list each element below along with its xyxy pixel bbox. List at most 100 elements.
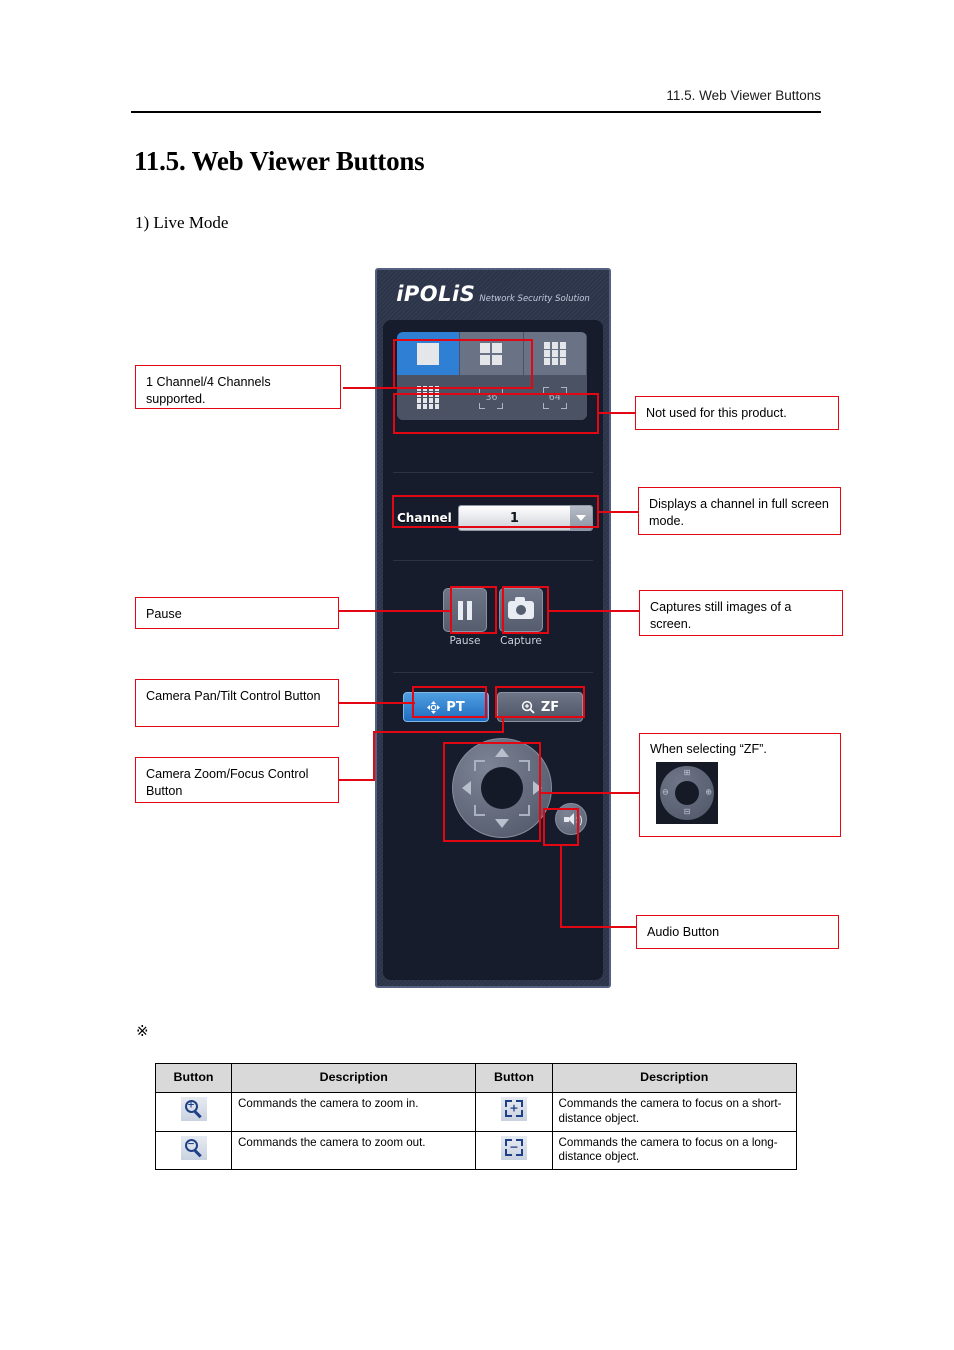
- pad-downright-icon[interactable]: [519, 805, 530, 816]
- grid-9-icon: [543, 342, 567, 365]
- layout-button-group: 36 64: [397, 332, 587, 420]
- table-header-row: Button Description Button Description: [154, 1063, 797, 1093]
- header-rule: [131, 111, 821, 113]
- zf-mode-button[interactable]: ZF: [497, 692, 583, 722]
- th-button-left: Button: [154, 1063, 233, 1093]
- pause-button-wrap: Pause: [443, 588, 487, 647]
- focus-far-icon: −: [500, 1135, 527, 1160]
- ipolis-logo: iPOLiS Network Security Solution: [377, 282, 609, 306]
- cell-zoom-out-desc: Commands the camera to zoom out.: [231, 1130, 477, 1171]
- pad-down-arrow-icon[interactable]: [495, 819, 509, 828]
- speaker-icon: [563, 813, 582, 827]
- focus-far-mini-icon: ⊟: [683, 807, 691, 817]
- grid-36-label: 36: [485, 392, 498, 403]
- callout-audio: Audio Button: [636, 915, 839, 949]
- callout-not-used: Not used for this product.: [635, 396, 839, 430]
- pause-icon: [458, 600, 472, 620]
- divider-top: [393, 472, 593, 473]
- connector-zoom-focus-v2: [502, 716, 504, 733]
- connector-zoom-focus-h: [339, 779, 373, 781]
- camera-icon: [508, 597, 534, 619]
- channel-selector-row: Channel 1: [397, 505, 593, 531]
- divider-lower: [393, 672, 593, 673]
- callout-zoom-focus: Camera Zoom/Focus Control Button: [135, 757, 339, 803]
- cell-focus-far-icon: −: [475, 1130, 553, 1171]
- layout-button-64ch[interactable]: 64: [523, 376, 587, 420]
- capture-button-wrap: Capture: [499, 588, 543, 647]
- connector-full-screen: [598, 511, 640, 513]
- ipolis-web-viewer-panel: iPOLiS Network Security Solution 36 64 C…: [375, 268, 611, 988]
- logo-tagline: Network Security Solution: [479, 294, 590, 304]
- grid-4-icon: [480, 342, 503, 365]
- table-row: + Commands the camera to zoom in. + Comm…: [154, 1091, 797, 1132]
- zoom-out-icon: −: [180, 1135, 207, 1160]
- focus-near-icon: +: [500, 1096, 527, 1121]
- pad-upleft-icon[interactable]: [474, 760, 485, 771]
- pan-tilt-icon: [427, 700, 441, 714]
- grid-36-icon: 36: [479, 386, 504, 409]
- zoom-in-icon: +: [180, 1096, 207, 1121]
- zoom-focus-icon: [521, 700, 535, 714]
- grid-64-label: 64: [548, 392, 561, 403]
- layout-button-1ch[interactable]: [397, 332, 461, 376]
- connector-pause: [339, 610, 452, 612]
- pad-upright-icon[interactable]: [519, 760, 530, 771]
- pad-center-hub[interactable]: [481, 767, 523, 809]
- layout-button-16ch[interactable]: [397, 376, 461, 420]
- zoom-in-mini-icon: ⊕: [705, 787, 712, 797]
- pt-mode-label: PT: [446, 699, 465, 715]
- connector-channels-supported: [343, 387, 395, 389]
- capture-button-label: Capture: [500, 635, 542, 647]
- callout-full-screen: Displays a channel in full screen mode.: [638, 487, 841, 535]
- divider-mid: [393, 560, 593, 561]
- callout-capture: Captures still images of a screen.: [639, 590, 843, 636]
- pad-left-arrow-icon[interactable]: [462, 781, 471, 795]
- channel-label: Channel: [397, 511, 452, 525]
- cell-focus-near-icon: +: [475, 1091, 553, 1132]
- zf-pad-ring: ⊞ ⊟ ⊖ ⊕: [660, 766, 714, 820]
- connector-when-zf: [539, 792, 639, 794]
- cell-zoom-in-desc: Commands the camera to zoom in.: [231, 1091, 477, 1132]
- connector-zoom-focus-v: [373, 731, 375, 781]
- pause-button-label: Pause: [449, 635, 481, 647]
- zoom-out-mini-icon: ⊖: [662, 787, 669, 797]
- cell-zoom-out-icon: −: [154, 1130, 233, 1171]
- connector-capture: [547, 610, 639, 612]
- callout-pause: Pause: [135, 597, 339, 629]
- connector-audio-v: [560, 844, 562, 928]
- button-reference-table: Button Description Button Description + …: [154, 1063, 797, 1171]
- th-description-left: Description: [231, 1063, 477, 1093]
- channel-value: 1: [458, 506, 570, 530]
- callout-when-zf: When selecting “ZF”. ⊞ ⊟ ⊖ ⊕: [639, 733, 841, 837]
- reference-mark: ※: [136, 1023, 149, 1040]
- page-title: 11.5. Web Viewer Buttons: [134, 146, 425, 176]
- callout-when-zf-text: When selecting “ZF”.: [650, 742, 767, 756]
- pad-up-arrow-icon[interactable]: [495, 748, 509, 757]
- viewer-body: 36 64 Channel 1 Pause Capture PT ZF: [383, 320, 603, 980]
- connector-pan-tilt: [339, 702, 415, 704]
- callout-channels-supported: 1 Channel/4 Channels supported.: [135, 365, 341, 409]
- layout-button-36ch[interactable]: 36: [460, 376, 524, 420]
- logo-wordmark: iPOLiS: [396, 282, 476, 306]
- zf-control-pad-preview: ⊞ ⊟ ⊖ ⊕: [656, 762, 718, 824]
- cell-zoom-in-icon: +: [154, 1091, 233, 1132]
- layout-button-9ch[interactable]: [523, 332, 587, 376]
- connector-audio-h: [560, 926, 636, 928]
- ptzf-mode-row: PT ZF: [383, 692, 603, 722]
- connector-zoom-focus-h2: [373, 731, 504, 733]
- media-button-row: Pause Capture: [383, 588, 603, 647]
- cell-focus-far-desc: Commands the camera to focus on a long-d…: [551, 1130, 797, 1171]
- capture-button[interactable]: [499, 588, 543, 632]
- focus-near-mini-icon: ⊞: [683, 768, 691, 777]
- pt-mode-button[interactable]: PT: [403, 692, 489, 722]
- grid-16-icon: [416, 386, 440, 409]
- th-button-right: Button: [475, 1063, 553, 1093]
- layout-button-4ch[interactable]: [460, 332, 524, 376]
- channel-select[interactable]: 1: [457, 505, 593, 531]
- pad-downleft-icon[interactable]: [474, 805, 485, 816]
- chevron-down-icon[interactable]: [570, 506, 592, 530]
- audio-button[interactable]: [555, 803, 587, 835]
- subsection-title: 1) Live Mode: [135, 213, 229, 232]
- pan-tilt-control-pad[interactable]: [452, 738, 552, 838]
- table-row: − Commands the camera to zoom out. − Com…: [154, 1130, 797, 1171]
